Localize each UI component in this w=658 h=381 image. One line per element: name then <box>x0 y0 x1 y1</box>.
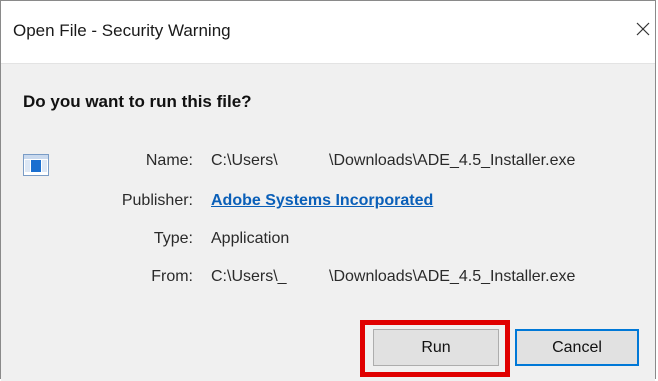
name-value-suffix: \Downloads\ADE_4.5_Installer.exe <box>329 152 576 169</box>
run-button[interactable]: Run <box>373 329 499 366</box>
from-value-suffix: \Downloads\ADE_4.5_Installer.exe <box>329 268 576 285</box>
run-question: Do you want to run this file? <box>23 92 252 111</box>
name-row: Name: C:\Users\ \Downloads\ADE_4.5_Insta… <box>1 152 641 174</box>
publisher-label: Publisher: <box>121 192 193 209</box>
cancel-button[interactable]: Cancel <box>515 329 639 366</box>
from-row: From: C:\Users\_ \Downloads\ADE_4.5_Inst… <box>1 268 641 290</box>
window-title: Open File - Security Warning <box>13 21 231 40</box>
type-label: Type: <box>153 230 193 247</box>
security-warning-dialog: Open File - Security Warning Do you want… <box>0 0 656 381</box>
title-bar: Open File - Security Warning <box>1 1 655 63</box>
type-value: Application <box>211 230 290 247</box>
from-label: From: <box>151 268 193 285</box>
from-value-prefix: C:\Users\_ <box>211 268 287 285</box>
publisher-link[interactable]: Adobe Systems Incorporated <box>211 192 433 210</box>
close-icon <box>636 22 650 36</box>
type-row: Type: Application <box>1 230 641 252</box>
name-label: Name: <box>145 152 193 169</box>
name-value-prefix: C:\Users\ <box>211 152 278 169</box>
dialog-content: Do you want to run this file? Name: C:\U… <box>1 63 655 381</box>
publisher-row: Publisher: Adobe Systems Incorporated <box>1 192 641 214</box>
close-button[interactable] <box>631 13 655 45</box>
